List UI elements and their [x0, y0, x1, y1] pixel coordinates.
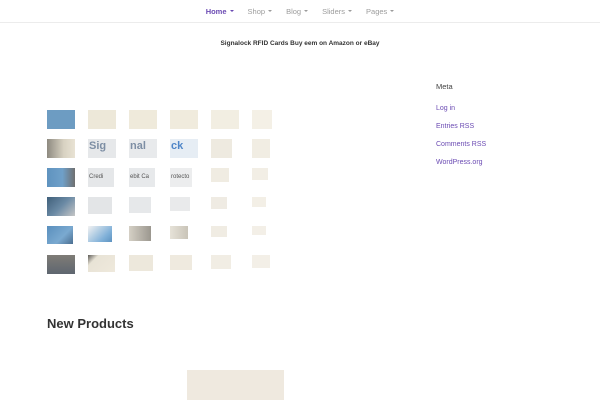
top-navigation: Home Shop Blog Sliders Pages	[0, 0, 600, 23]
tile-text: ebit Ca	[130, 174, 150, 180]
slider-tile	[88, 255, 115, 272]
chevron-down-icon	[229, 10, 234, 12]
chevron-down-icon	[268, 10, 273, 12]
slider-tile	[252, 197, 266, 207]
section-title: New Products	[47, 316, 134, 331]
entries-rss-link[interactable]: Entries RSS	[436, 123, 576, 130]
slider-tile	[47, 139, 75, 158]
tile-text: Credi	[89, 174, 104, 180]
slider-tile: Credi	[88, 168, 114, 187]
tile-text: Sig	[89, 140, 107, 152]
slider-tile: Sig	[88, 139, 116, 158]
widget-title: Meta	[436, 82, 453, 91]
slider-tile: ck	[170, 139, 198, 158]
slider-tile: ebit Ca	[129, 168, 155, 187]
slider-tile	[252, 255, 270, 268]
product-image[interactable]	[187, 370, 284, 400]
sidebar-meta-widget: Meta Log in Entries RSS Comments RSS Wor…	[436, 82, 576, 177]
slider-tile: rotecto	[170, 168, 192, 187]
tile-text: ck	[171, 140, 184, 152]
nav-item-label: Pages	[366, 6, 388, 16]
chevron-down-icon	[304, 10, 309, 12]
slider-tile	[88, 226, 112, 242]
slider-tile	[211, 110, 239, 129]
tile-text: nal	[130, 140, 146, 152]
slider-tile	[129, 197, 151, 213]
slider-tile	[129, 226, 151, 241]
slider-tile	[47, 110, 75, 129]
slider-tile	[47, 226, 73, 244]
nav-item-shop[interactable]: Shop	[248, 7, 273, 16]
nav-item-label: Blog	[286, 6, 302, 16]
slider-tile	[129, 255, 153, 271]
slider-tile	[88, 110, 116, 129]
slider-tile	[47, 197, 75, 216]
nav-item-blog[interactable]: Blog	[286, 6, 309, 16]
slider-tile	[88, 197, 112, 214]
slider-tile	[211, 255, 231, 269]
wordpress-org-link[interactable]: WordPress.org	[436, 159, 576, 166]
slider-tile	[129, 110, 157, 129]
slider-caption: Signalock RFID Cards Buy eem on Amazon o…	[220, 40, 380, 47]
nav-item-label: Home	[205, 6, 227, 16]
comments-rss-link[interactable]: Comments RSS	[436, 141, 576, 148]
slider-tile	[170, 110, 198, 129]
slider-tile	[252, 168, 268, 180]
slider-tile	[211, 139, 232, 158]
login-link[interactable]: Log in	[436, 105, 576, 112]
nav-item-home[interactable]: Home	[206, 7, 234, 16]
slider-tile	[170, 226, 188, 239]
slider-tile	[252, 139, 270, 158]
tile-text: rotecto	[171, 174, 190, 180]
page: Home Shop Blog Sliders Pages Signalock R…	[0, 0, 600, 400]
slider-tile	[211, 197, 227, 209]
chevron-down-icon	[348, 10, 353, 12]
slider-tile	[252, 110, 272, 129]
slider-tile	[252, 226, 266, 235]
slider-tile: nal	[129, 139, 157, 158]
nav-item-label: Shop	[247, 6, 266, 16]
slider-tile	[47, 168, 75, 187]
slider-tile	[211, 168, 229, 182]
chevron-down-icon	[390, 10, 395, 12]
nav-item-sliders[interactable]: Sliders	[322, 6, 353, 16]
slider-tile	[170, 255, 192, 270]
slider-tile	[170, 197, 190, 211]
nav-item-label: Sliders	[322, 6, 346, 16]
slider-tile	[211, 226, 227, 237]
slider-tile	[47, 255, 75, 274]
nav-item-pages[interactable]: Pages	[366, 6, 395, 16]
